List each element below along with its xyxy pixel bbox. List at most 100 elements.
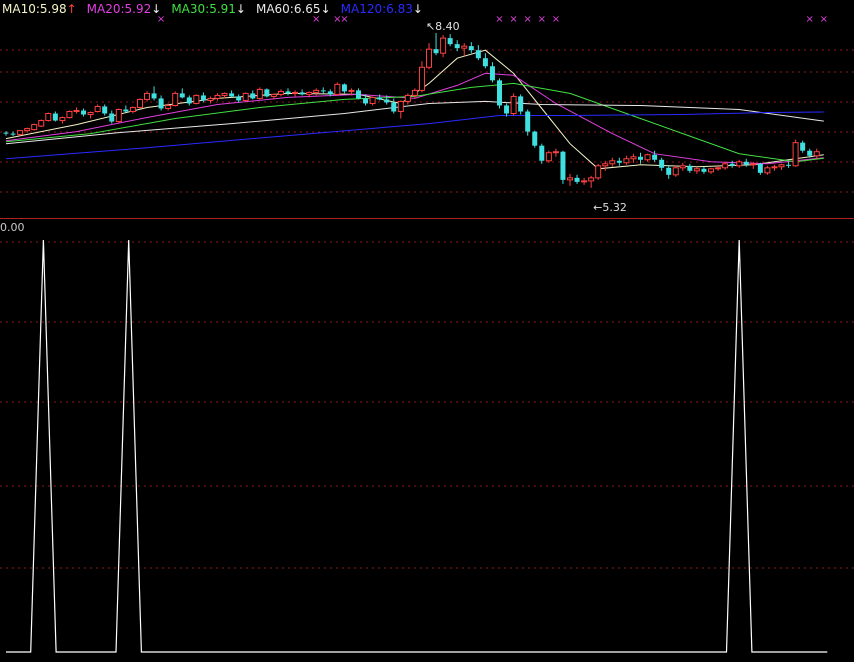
- candle: [123, 105, 129, 113]
- candle: [539, 143, 545, 164]
- candle: [404, 93, 411, 105]
- candle: [418, 61, 425, 93]
- candle: [320, 87, 326, 94]
- candle: [52, 111, 58, 122]
- candle: [433, 33, 439, 56]
- high-annotation: ↖8.40: [426, 20, 460, 33]
- candle: [800, 140, 806, 153]
- low-annotation: ←5.32: [593, 201, 627, 214]
- candle: [623, 155, 630, 165]
- candle: [94, 104, 101, 113]
- candle: [813, 148, 820, 159]
- candle: [588, 175, 595, 188]
- candle: [757, 162, 763, 175]
- signal-marker: ×: [524, 14, 532, 25]
- signal-marker: ×: [340, 14, 348, 25]
- candle: [693, 166, 700, 174]
- candle: [59, 116, 66, 124]
- candle: [144, 91, 150, 102]
- candle: [659, 157, 665, 171]
- candle: [136, 98, 143, 109]
- candle: [158, 95, 164, 111]
- candle: [256, 87, 263, 100]
- candle: [581, 177, 588, 185]
- candle: [504, 103, 510, 117]
- candle: [285, 88, 291, 96]
- candle: [341, 83, 347, 94]
- signal-marker: ×: [157, 14, 165, 25]
- candle: [440, 35, 447, 58]
- candle: [609, 157, 616, 167]
- signal-marker: ×: [552, 14, 560, 25]
- candle: [764, 165, 771, 175]
- signal-marker: ×: [312, 14, 320, 25]
- candle: [630, 153, 637, 163]
- candle: [236, 94, 242, 103]
- ma60-line: [5, 100, 824, 145]
- candle: [644, 153, 651, 162]
- candle: [179, 88, 185, 99]
- candle: [81, 108, 87, 117]
- candle: [672, 165, 679, 177]
- candle: [277, 89, 284, 97]
- ma120-line: [5, 111, 824, 160]
- candle: [552, 148, 559, 157]
- signal-marker: ×: [495, 14, 503, 25]
- candle: [475, 45, 481, 61]
- candle: [792, 139, 799, 167]
- candle: [129, 106, 136, 114]
- candle: [687, 163, 693, 173]
- candle: [397, 100, 404, 119]
- candle: [447, 34, 453, 47]
- candle: [292, 90, 299, 97]
- candle: [10, 131, 16, 137]
- candle: [595, 163, 602, 180]
- candle: [567, 173, 573, 186]
- candle: [454, 40, 460, 52]
- indicator-line: [6, 239, 828, 653]
- candle: [778, 163, 785, 170]
- candle: [229, 90, 235, 98]
- candle: [722, 161, 729, 170]
- candle: [186, 95, 192, 106]
- candle: [313, 88, 320, 96]
- signal-markers: × × ×× × × × × × × ×: [157, 14, 828, 25]
- candle: [356, 88, 361, 100]
- candle: [66, 110, 73, 119]
- signal-marker: ×: [509, 14, 517, 25]
- candle: [115, 108, 122, 123]
- candle: [574, 174, 580, 184]
- candle: [468, 42, 474, 54]
- candle: [426, 43, 432, 70]
- candle: [299, 89, 305, 96]
- candle: [334, 82, 341, 96]
- candle: [87, 111, 94, 119]
- candle: [151, 86, 157, 101]
- candle: [786, 161, 792, 168]
- ma20-line: [5, 72, 824, 165]
- candle: [207, 96, 214, 104]
- signal-marker: ×: [538, 14, 546, 25]
- candle: [666, 165, 672, 179]
- candle: [31, 123, 38, 131]
- candle: [532, 130, 538, 148]
- candle: [482, 53, 488, 69]
- indicator-panel: [6, 239, 828, 653]
- candle: [109, 110, 115, 124]
- candle: [679, 162, 686, 171]
- candle: [489, 62, 495, 83]
- candle: [771, 164, 778, 171]
- ma10-line: [5, 49, 824, 170]
- candle: [250, 90, 256, 100]
- moving-averages: [5, 49, 824, 170]
- candle: [701, 166, 707, 174]
- grid-lines: [0, 49, 854, 569]
- candle: [708, 167, 714, 174]
- candle: [518, 94, 524, 115]
- candle: [369, 96, 376, 106]
- candle: [736, 159, 743, 168]
- candle: [45, 112, 52, 122]
- candle: [214, 93, 221, 101]
- candlesticks: [3, 33, 820, 188]
- candle: [38, 119, 45, 128]
